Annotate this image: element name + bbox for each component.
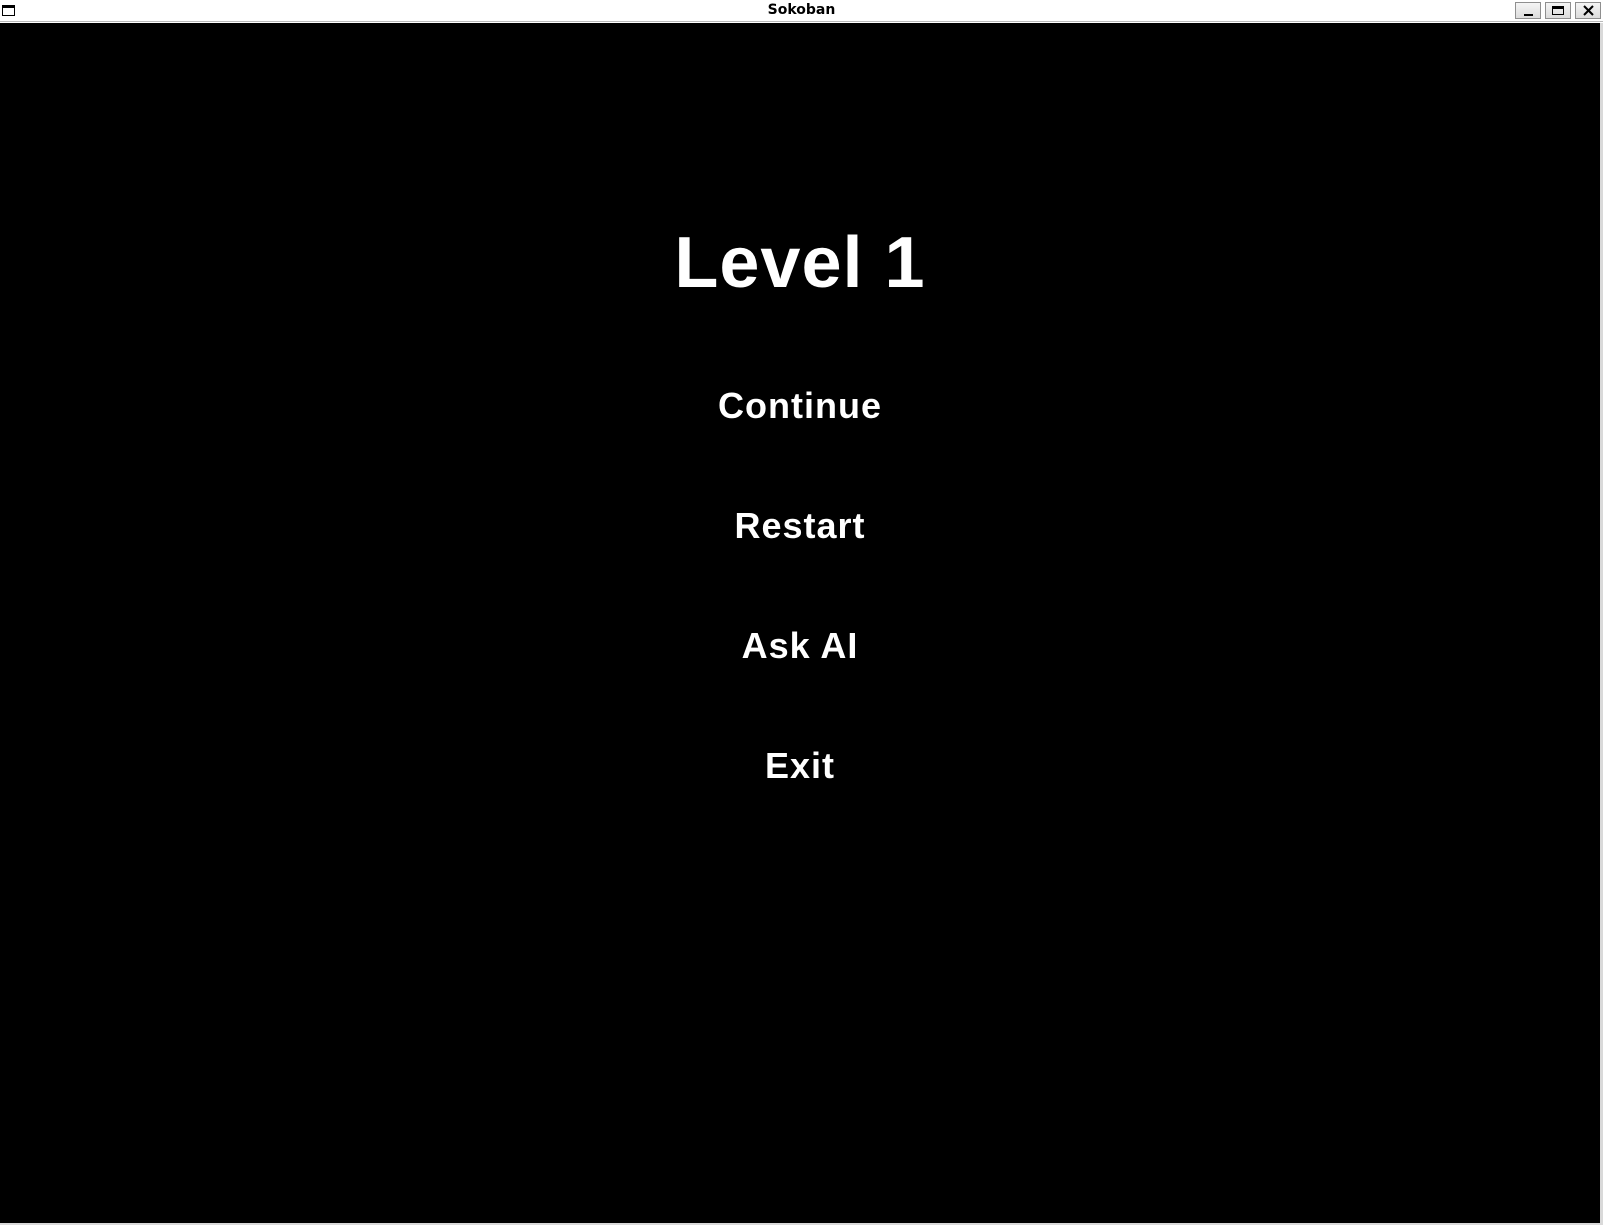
level-heading: Level 1 [674, 223, 926, 303]
title-bar[interactable]: Sokoban [0, 0, 1603, 22]
continue-label: Continue [718, 385, 882, 426]
ask-ai-button[interactable]: Ask AI [0, 624, 1600, 668]
maximize-icon [1552, 6, 1564, 15]
exit-label: Exit [764, 745, 836, 786]
game-canvas[interactable]: Level 1 Continue Restart Ask AI Exit [0, 23, 1600, 1223]
app-window: Sokoban Level 1 Continue Restart Ask AI … [0, 0, 1603, 1225]
close-icon [1582, 5, 1594, 16]
minimize-icon [1523, 13, 1533, 16]
minimize-button[interactable] [1515, 2, 1541, 19]
exit-button[interactable]: Exit [0, 744, 1600, 788]
restart-label: Restart [734, 505, 866, 546]
continue-button[interactable]: Continue [0, 384, 1600, 428]
window-title: Sokoban [767, 2, 836, 18]
ask-ai-label: Ask AI [741, 625, 859, 666]
restart-button[interactable]: Restart [0, 504, 1600, 548]
maximize-button[interactable] [1545, 2, 1571, 19]
close-button[interactable] [1575, 2, 1601, 19]
